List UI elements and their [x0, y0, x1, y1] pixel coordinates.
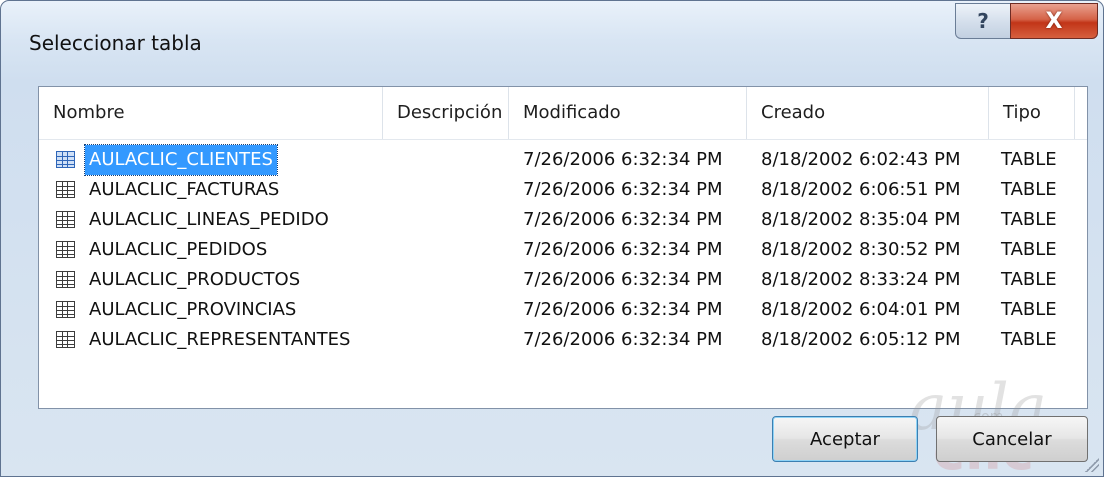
column-header-tipo[interactable]: Tipo — [989, 87, 1075, 139]
table-name: AULACLIC_FACTURAS — [89, 179, 280, 200]
table-type: TABLE — [1001, 269, 1057, 290]
help-icon: ? — [977, 9, 989, 33]
table-name: AULACLIC_LINEAS_PEDIDO — [89, 209, 329, 230]
column-header-descripcion[interactable]: Descripción — [383, 87, 509, 139]
table-modified: 7/26/2006 6:32:34 PM — [523, 269, 723, 290]
table-grid-icon — [56, 211, 75, 228]
table-row[interactable]: AULACLIC_LINEAS_PEDIDO 7/26/2006 6:32:34… — [39, 205, 1087, 235]
column-header-modificado[interactable]: Modificado — [509, 87, 747, 139]
dialog-title: Seleccionar tabla — [29, 31, 202, 55]
column-header-nombre[interactable]: Nombre — [39, 87, 383, 139]
table-name: AULACLIC_PRODUCTOS — [89, 269, 301, 290]
table-grid-icon — [56, 241, 75, 258]
table-row[interactable]: AULACLIC_PEDIDOS 7/26/2006 6:32:34 PM 8/… — [39, 235, 1087, 265]
table-row[interactable]: AULACLIC_REPRESENTANTES 7/26/2006 6:32:3… — [39, 325, 1087, 355]
table-created: 8/18/2002 6:06:51 PM — [761, 179, 961, 200]
title-bar[interactable]: Seleccionar tabla ? X — [1, 1, 1103, 81]
table-row[interactable]: AULACLIC_PROVINCIAS 7/26/2006 6:32:34 PM… — [39, 295, 1087, 325]
accept-button[interactable]: Aceptar — [772, 416, 918, 462]
table-grid-icon — [56, 301, 75, 318]
table-list[interactable]: Nombre Descripción Modificado Creado Tip… — [38, 86, 1088, 409]
help-button[interactable]: ? — [955, 3, 1011, 39]
table-name: AULACLIC_PEDIDOS — [89, 239, 268, 260]
table-modified: 7/26/2006 6:32:34 PM — [523, 179, 723, 200]
table-type: TABLE — [1001, 329, 1057, 350]
close-button[interactable]: X — [1010, 3, 1098, 39]
table-grid-icon — [56, 271, 75, 288]
table-name: AULACLIC_REPRESENTANTES — [89, 329, 351, 350]
table-created: 8/18/2002 8:33:24 PM — [761, 269, 961, 290]
table-modified: 7/26/2006 6:32:34 PM — [523, 299, 723, 320]
table-name: AULACLIC_PROVINCIAS — [89, 299, 297, 320]
table-row[interactable]: AULACLIC_CLIENTES 7/26/2006 6:32:34 PM 8… — [39, 144, 1087, 176]
table-created: 8/18/2002 6:04:01 PM — [761, 299, 961, 320]
resize-grip-icon[interactable] — [1085, 458, 1099, 472]
table-modified: 7/26/2006 6:32:34 PM — [523, 239, 723, 260]
table-type: TABLE — [1001, 149, 1057, 170]
table-row[interactable]: AULACLIC_PRODUCTOS 7/26/2006 6:32:34 PM … — [39, 265, 1087, 295]
table-type: TABLE — [1001, 239, 1057, 260]
table-modified: 7/26/2006 6:32:34 PM — [523, 149, 723, 170]
table-row[interactable]: AULACLIC_FACTURAS 7/26/2006 6:32:34 PM 8… — [39, 175, 1087, 205]
table-type: TABLE — [1001, 299, 1057, 320]
table-created: 8/18/2002 8:35:04 PM — [761, 209, 961, 230]
table-grid-icon — [56, 151, 75, 168]
table-created: 8/18/2002 6:05:12 PM — [761, 329, 961, 350]
table-type: TABLE — [1001, 179, 1057, 200]
select-table-dialog: Seleccionar tabla ? X Nombre Descripción… — [0, 0, 1104, 482]
cancel-button[interactable]: Cancelar — [936, 416, 1088, 462]
table-created: 8/18/2002 8:30:52 PM — [761, 239, 961, 260]
column-header-creado[interactable]: Creado — [747, 87, 989, 139]
table-modified: 7/26/2006 6:32:34 PM — [523, 329, 723, 350]
table-grid-icon — [56, 181, 75, 198]
table-name: AULACLIC_CLIENTES — [84, 144, 278, 176]
list-header: Nombre Descripción Modificado Creado Tip… — [39, 87, 1087, 140]
table-grid-icon — [56, 331, 75, 348]
close-icon: X — [1045, 8, 1063, 34]
table-type: TABLE — [1001, 209, 1057, 230]
table-created: 8/18/2002 6:02:43 PM — [761, 149, 961, 170]
table-modified: 7/26/2006 6:32:34 PM — [523, 209, 723, 230]
